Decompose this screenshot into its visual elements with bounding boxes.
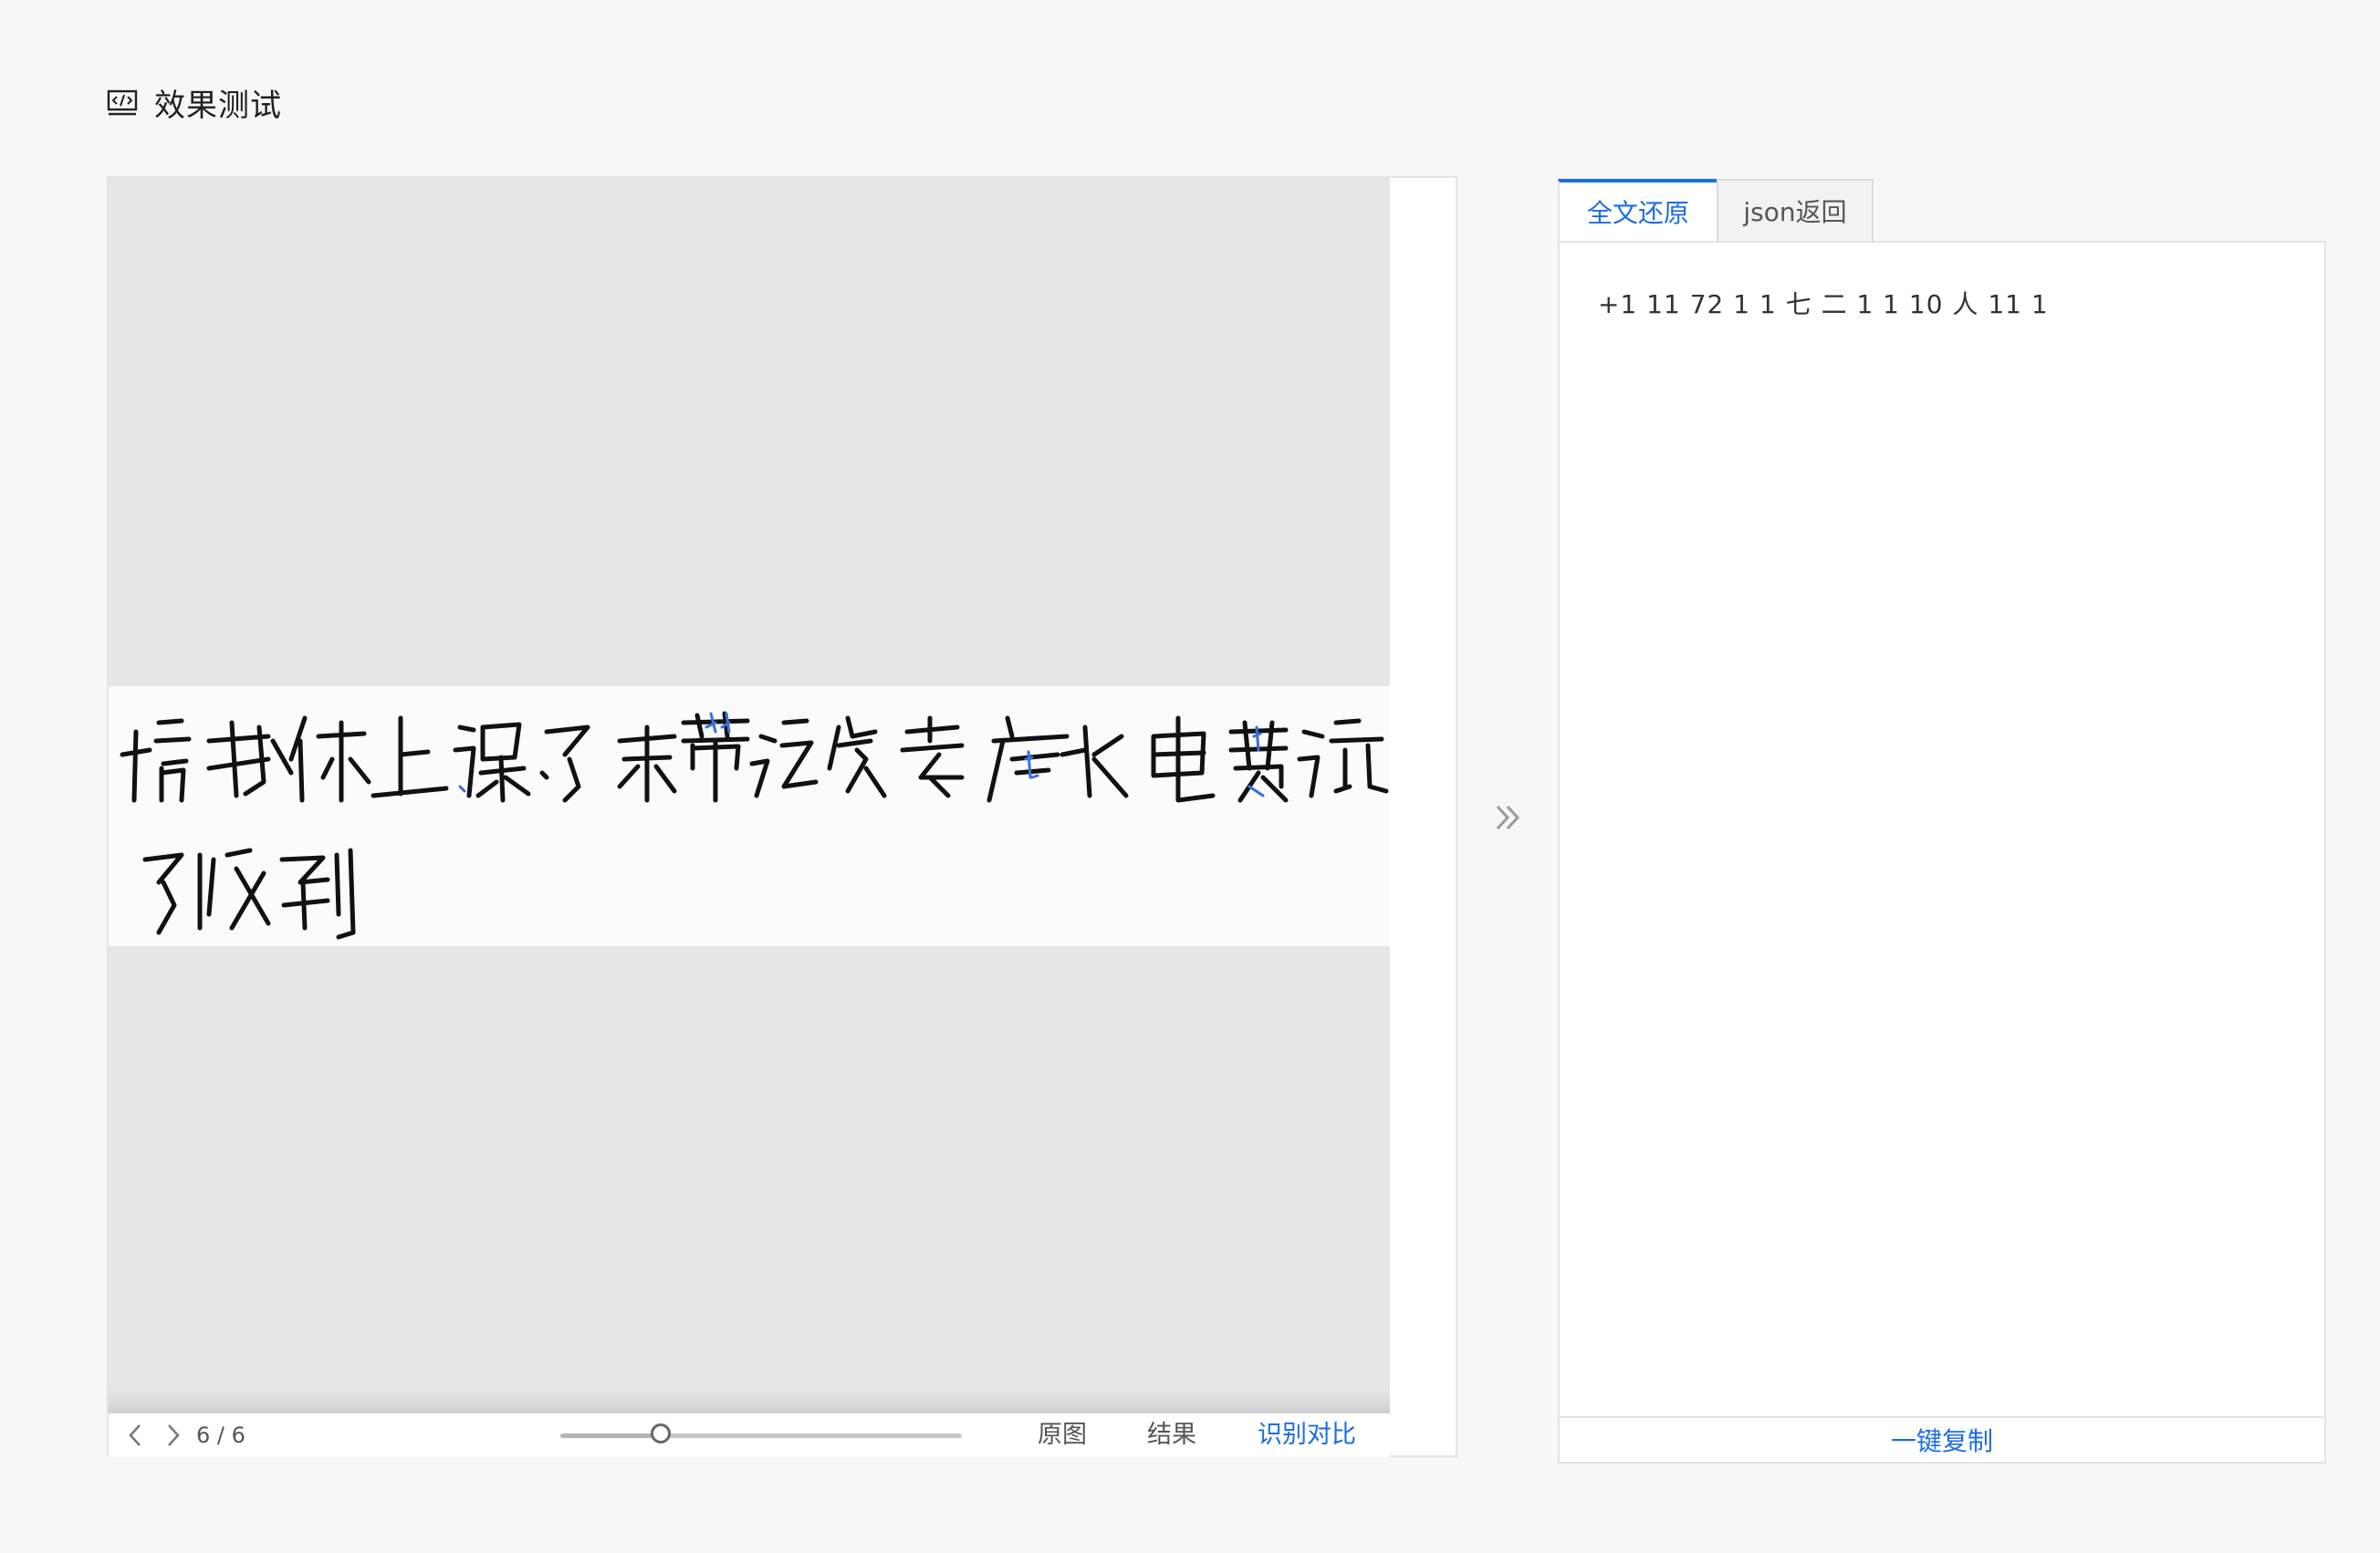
result-panel: +1 11 72 1 1 七 二 1 1 10 人 11 1 一键复制 (1558, 241, 2326, 1464)
chevron-left-icon (129, 1424, 141, 1446)
viewer-toolbar: 6 / 6 原图 结果 识别对比 (109, 1413, 1390, 1457)
tab-json[interactable]: json返回 (1717, 179, 1874, 241)
zoom-slider-fill (560, 1433, 661, 1438)
tab-fulltext[interactable]: 全文还原 (1558, 179, 1717, 241)
zoom-slider[interactable] (560, 1413, 962, 1457)
page-header: 效果测试 (107, 80, 282, 125)
recognized-text: +1 11 72 1 1 七 二 1 1 10 人 11 1 (1598, 289, 2049, 319)
image-viewer[interactable] (109, 178, 1390, 1413)
original-image-button[interactable]: 原图 (1038, 1413, 1087, 1457)
handwriting-sample-picture (120, 711, 1389, 940)
double-chevron-right-icon (1496, 805, 1520, 830)
chevron-right-icon (168, 1424, 180, 1446)
result-tabs: 全文还原 json返回 (1558, 179, 1874, 241)
result-button[interactable]: 结果 (1147, 1413, 1196, 1457)
zoom-slider-thumb[interactable] (651, 1423, 671, 1444)
copy-all-button[interactable]: 一键复制 (1560, 1416, 2324, 1462)
image-preview-panel: 6 / 6 原图 结果 识别对比 (107, 176, 1457, 1457)
handwriting-image (109, 686, 1390, 946)
page-indicator: 6 / 6 (196, 1423, 245, 1448)
page-title: 效果测试 (154, 88, 282, 124)
compare-button[interactable]: 识别对比 (1258, 1413, 1356, 1457)
prev-page-button[interactable] (118, 1417, 154, 1454)
code-icon (107, 89, 138, 115)
next-page-button[interactable] (154, 1417, 191, 1454)
